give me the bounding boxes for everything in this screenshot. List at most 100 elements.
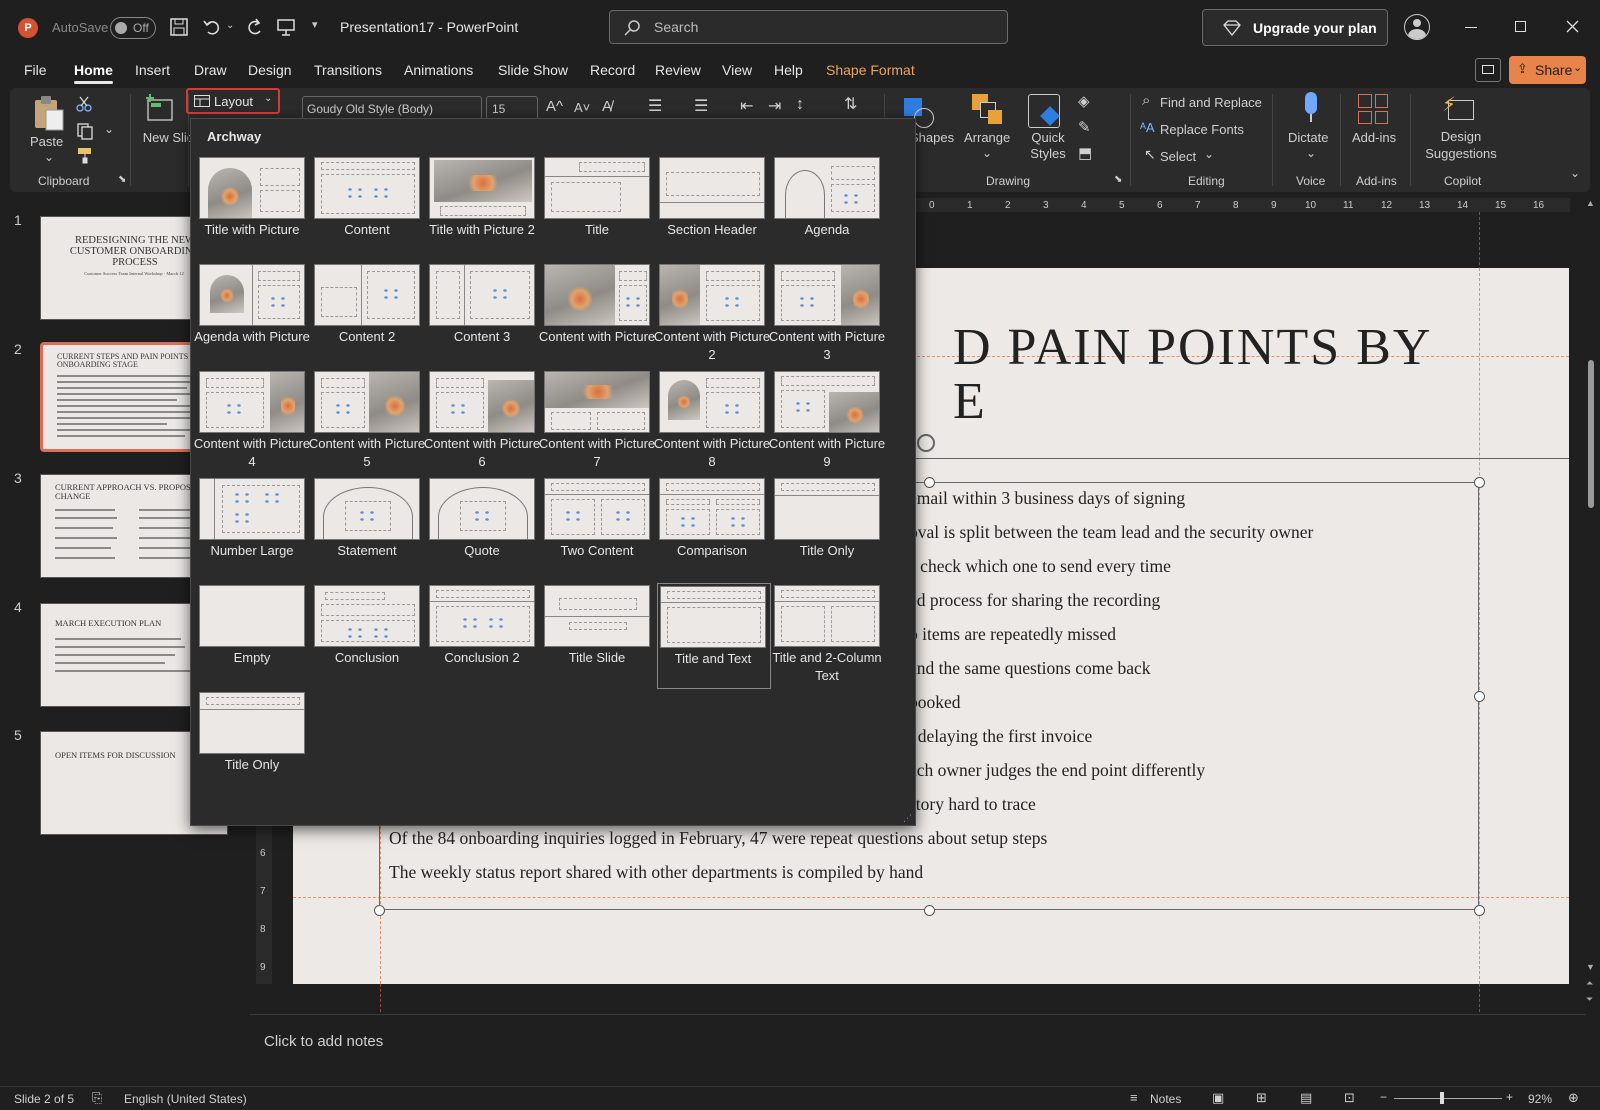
- copy-dropdown-icon[interactable]: ⌄: [104, 122, 114, 136]
- layout-content-with-picture-8[interactable]: Content with Picture 8: [654, 369, 770, 471]
- replace-fonts-label[interactable]: Replace Fonts: [1160, 122, 1244, 137]
- layout-content[interactable]: Content: [312, 155, 422, 257]
- layout-content-2[interactable]: Content 2: [312, 262, 422, 364]
- scroll-down-icon[interactable]: ▼: [1586, 962, 1595, 972]
- layout-empty[interactable]: Empty: [197, 583, 307, 685]
- dictate-label[interactable]: Dictate: [1288, 130, 1328, 145]
- layout-content-with-picture-3[interactable]: Content with Picture 3: [769, 262, 885, 364]
- decrease-indent-icon[interactable]: ⇤: [740, 96, 753, 116]
- design-suggestions-icon[interactable]: ⚡: [1442, 92, 1476, 122]
- maximize-icon[interactable]: [1515, 21, 1526, 32]
- notes-icon[interactable]: ≡: [1130, 1090, 1138, 1105]
- layout-conclusion[interactable]: Conclusion: [312, 583, 422, 685]
- arrange-icon[interactable]: [972, 94, 1006, 128]
- slide-title-line-2[interactable]: E: [953, 372, 987, 431]
- tab-insert[interactable]: Insert: [135, 62, 170, 78]
- tab-record[interactable]: Record: [590, 62, 635, 78]
- scroll-up-icon[interactable]: ▲: [1586, 198, 1595, 208]
- font-size-select[interactable]: 15: [486, 96, 538, 120]
- layout-title-slide[interactable]: Title Slide: [542, 583, 652, 685]
- tab-shape-format[interactable]: Shape Format: [826, 62, 915, 78]
- tab-help[interactable]: Help: [774, 62, 803, 78]
- dictate-dropdown-icon[interactable]: ⌄: [1306, 146, 1316, 160]
- layout-content-with-picture-4[interactable]: Content with Picture 4: [194, 369, 310, 471]
- layout-title-with-picture-2[interactable]: Title with Picture 2: [427, 155, 537, 257]
- tab-draw[interactable]: Draw: [194, 62, 227, 78]
- paste-label[interactable]: Paste: [30, 134, 63, 149]
- quick-styles-label[interactable]: Quick Styles: [1026, 130, 1070, 162]
- resize-handle[interactable]: [924, 477, 935, 488]
- layout-content-with-picture[interactable]: Content with Picture: [539, 262, 655, 364]
- layout-two-content[interactable]: Two Content: [542, 476, 652, 578]
- line-spacing-icon[interactable]: ↕: [796, 96, 804, 114]
- tab-view[interactable]: View: [722, 62, 752, 78]
- layout-statement[interactable]: Statement: [312, 476, 422, 578]
- previous-slide-icon[interactable]: ⏶: [1586, 978, 1593, 989]
- layout-content-with-picture-5[interactable]: Content with Picture 5: [309, 369, 425, 471]
- gallery-resize-grip-icon[interactable]: ⋰: [903, 813, 912, 824]
- microphone-icon[interactable]: [1302, 92, 1320, 124]
- tab-transitions[interactable]: Transitions: [314, 62, 382, 78]
- minimize-icon[interactable]: [1465, 27, 1477, 28]
- language-indicator[interactable]: English (United States): [124, 1092, 247, 1106]
- new-slide-icon[interactable]: [144, 94, 176, 126]
- zoom-in-icon[interactable]: +: [1506, 1090, 1513, 1104]
- layout-content-with-picture-9[interactable]: Content with Picture 9: [769, 369, 885, 471]
- replace-fonts-icon[interactable]: ᴬA: [1140, 120, 1155, 135]
- layout-section-header[interactable]: Section Header: [657, 155, 767, 257]
- layout-agenda-with-picture[interactable]: Agenda with Picture: [194, 262, 310, 364]
- resize-handle[interactable]: [1474, 477, 1485, 488]
- search-box[interactable]: Search: [609, 10, 1008, 44]
- select-dropdown-icon[interactable]: ⌄: [1204, 147, 1214, 161]
- addins-icon[interactable]: [1358, 94, 1388, 124]
- slideshow-view-icon[interactable]: ⊡: [1344, 1090, 1355, 1106]
- resize-handle[interactable]: [924, 905, 935, 916]
- drawing-launcher-icon[interactable]: ⬊: [1114, 174, 1122, 185]
- account-avatar[interactable]: [1404, 14, 1430, 40]
- clipboard-launcher-icon[interactable]: ⬊: [118, 174, 126, 185]
- layout-content-3[interactable]: Content 3: [427, 262, 537, 364]
- upgrade-button[interactable]: Upgrade your plan: [1202, 9, 1388, 46]
- tab-design[interactable]: Design: [248, 62, 292, 78]
- find-icon[interactable]: ⌕: [1142, 92, 1150, 109]
- design-suggestions-label[interactable]: Design Suggestions: [1424, 128, 1498, 162]
- tab-home[interactable]: Home: [74, 62, 113, 84]
- slide-title-line-1[interactable]: D PAIN POINTS BY: [953, 318, 1432, 377]
- zoom-level[interactable]: 92%: [1528, 1092, 1552, 1106]
- next-slide-icon[interactable]: ⏷: [1586, 994, 1593, 1005]
- shape-outline-icon[interactable]: ✎: [1078, 118, 1091, 136]
- decrease-font-icon[interactable]: A˅: [574, 100, 590, 115]
- shapes-label[interactable]: Shapes: [910, 130, 954, 145]
- format-painter-icon[interactable]: [76, 146, 94, 164]
- close-icon[interactable]: [1566, 20, 1579, 33]
- shape-fill-icon[interactable]: ◈: [1078, 92, 1090, 110]
- resize-handle[interactable]: [1474, 905, 1485, 916]
- find-replace-label[interactable]: Find and Replace: [1160, 95, 1262, 110]
- collapse-ribbon-icon[interactable]: ⌄: [1570, 166, 1580, 180]
- increase-indent-icon[interactable]: ⇥: [768, 96, 781, 116]
- layout-content-with-picture-7[interactable]: Content with Picture 7: [539, 369, 655, 471]
- bullets-icon[interactable]: ☰: [648, 96, 662, 116]
- quick-styles-icon[interactable]: [1028, 94, 1060, 128]
- reading-view-icon[interactable]: ▤: [1300, 1090, 1312, 1106]
- layout-title-and-2-column-text[interactable]: Title and 2-Column Text: [772, 583, 882, 685]
- scroll-thumb[interactable]: [1588, 360, 1594, 508]
- numbering-icon[interactable]: ☰: [694, 96, 708, 116]
- cut-icon[interactable]: [76, 96, 92, 112]
- normal-view-icon[interactable]: ▣: [1212, 1090, 1224, 1106]
- select-label[interactable]: Select: [1160, 149, 1196, 164]
- layout-comparison[interactable]: Comparison: [657, 476, 767, 578]
- layout-button[interactable]: Layout ⌄: [186, 88, 280, 114]
- paste-icon[interactable]: [32, 94, 66, 132]
- zoom-slider[interactable]: [1394, 1092, 1502, 1104]
- copy-icon[interactable]: [76, 122, 94, 140]
- tab-review[interactable]: Review: [655, 62, 701, 78]
- layout-number-large[interactable]: Number Large: [197, 476, 307, 578]
- slide-sorter-icon[interactable]: ⊞: [1256, 1090, 1267, 1106]
- arrange-dropdown-icon[interactable]: ⌄: [982, 146, 992, 160]
- text-direction-icon[interactable]: ⇅: [844, 94, 857, 114]
- layout-title-only[interactable]: Title Only: [772, 476, 882, 578]
- shape-effects-icon[interactable]: ⬒: [1078, 144, 1092, 162]
- clear-formatting-icon[interactable]: A̸: [602, 98, 612, 115]
- redo-icon[interactable]: [244, 17, 264, 37]
